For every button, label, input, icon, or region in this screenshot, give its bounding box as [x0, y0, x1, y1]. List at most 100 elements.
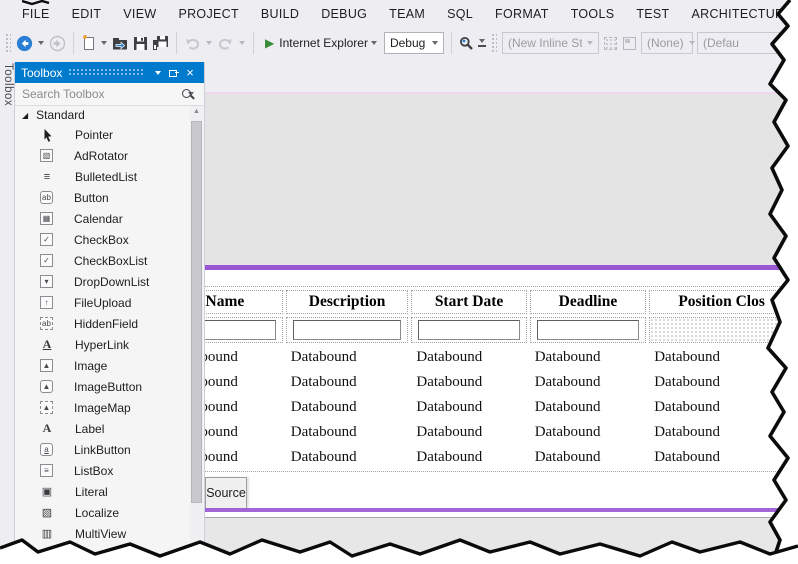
- toolbox-item-pointer[interactable]: Pointer: [15, 124, 191, 145]
- browser-dropdown-caret[interactable]: [370, 41, 377, 45]
- menu-tools[interactable]: TOOLS: [560, 0, 626, 28]
- menu-project[interactable]: PROJECT: [167, 0, 249, 28]
- toolbox-item-imagemap[interactable]: ▲ ImageMap: [15, 397, 191, 418]
- button-icon: ab: [40, 191, 53, 204]
- adrotator-icon: ▧: [40, 149, 53, 162]
- close-icon: ×: [186, 65, 194, 80]
- menu-format[interactable]: FORMAT: [484, 0, 560, 28]
- fileupload-icon: ↑: [40, 296, 53, 309]
- menu-debug[interactable]: DEBUG: [310, 0, 378, 28]
- left-tab-well: [0, 58, 14, 564]
- auto-hide-button[interactable]: [166, 65, 182, 81]
- toolbox-item-list: ◢ Standard Pointer ▧ AdRotator ≡ Bullete…: [15, 106, 191, 544]
- style-combo-caret: [586, 41, 593, 45]
- redo-button: [215, 31, 236, 55]
- vs-window: Toolbox nsList.aspx.designer.cs Position…: [0, 0, 798, 564]
- grid-header-deadline: Deadline: [529, 290, 647, 314]
- content-placeholder-bottom-border: [203, 508, 798, 512]
- menu-architecture[interactable]: ARCHITECTURE: [681, 0, 798, 28]
- toolbox-item-fileupload[interactable]: ↑ FileUpload: [15, 292, 191, 313]
- filter-input-deadline[interactable]: [536, 320, 640, 340]
- toolbox-item-checkboxlist[interactable]: ✓ CheckBoxList: [15, 250, 191, 271]
- toolbox-item-dropdownlist[interactable]: ▾ DropDownList: [15, 271, 191, 292]
- toolbox-item-imagebutton[interactable]: ▲ ImageButton: [15, 376, 191, 397]
- toolbox-vertical-tab[interactable]: Toolbox: [0, 63, 14, 106]
- grid-data-row: Databound Databound Databound Databound …: [172, 348, 721, 365]
- scrollbar-thumb[interactable]: [191, 121, 202, 503]
- solution-config-combo[interactable]: Debug: [383, 32, 444, 54]
- config-combo-caret: [431, 41, 438, 45]
- save-all-icon: [153, 36, 168, 50]
- toolbar-separator: [73, 32, 74, 54]
- browser-target-label: Internet Explorer: [279, 36, 368, 50]
- toolbox-item-button[interactable]: ab Button: [15, 187, 191, 208]
- scroll-up-icon[interactable]: ▲: [190, 108, 203, 115]
- find-icon: [459, 36, 473, 50]
- menu-sql[interactable]: SQL: [436, 0, 484, 28]
- toolbox-item-image[interactable]: ▲ Image: [15, 355, 191, 376]
- search-input[interactable]: [22, 87, 177, 101]
- filter-input-startdate[interactable]: [418, 320, 520, 340]
- filter-input-description[interactable]: [292, 320, 402, 340]
- toolbar-separator: [176, 32, 177, 54]
- grid-header-row: Name Description Start Date Deadline Pos…: [167, 290, 794, 314]
- menu-build[interactable]: BUILD: [250, 0, 310, 28]
- toolbox-item-calendar[interactable]: ▦ Calendar: [15, 208, 191, 229]
- find-options-dropdown[interactable]: [477, 39, 486, 47]
- toolbox-item-multiview[interactable]: ▥ MultiView: [15, 523, 191, 544]
- new-item-dropdown-caret[interactable]: [101, 41, 107, 45]
- toolbar-separator: [450, 32, 452, 54]
- imagemap-icon: ▲: [40, 401, 53, 414]
- toolbox-item-listbox[interactable]: ≡ ListBox: [15, 460, 191, 481]
- menu-file[interactable]: FILE: [11, 0, 61, 28]
- toolbox-group-standard[interactable]: ◢ Standard: [15, 106, 191, 124]
- toolbox-item-checkbox[interactable]: ✓ CheckBox: [15, 229, 191, 250]
- close-button[interactable]: ×: [182, 65, 198, 81]
- toolbox-item-hiddenfield[interactable]: ab HiddenField: [15, 313, 191, 334]
- label-icon: A: [42, 421, 52, 435]
- toolbox-search-bar: [15, 83, 204, 106]
- window-position-button[interactable]: [150, 65, 166, 81]
- start-debug-button[interactable]: ▶ Internet Explorer: [263, 31, 382, 55]
- checkboxlist-icon: ✓: [40, 254, 53, 267]
- designer-bottom-area: [203, 517, 798, 564]
- menu-test[interactable]: TEST: [625, 0, 680, 28]
- add-existing-item-button[interactable]: [110, 31, 131, 55]
- grid-data-row: Databound Databound Databound Databound …: [172, 423, 721, 440]
- find-underline: [477, 45, 486, 47]
- navigate-forward-button: [47, 31, 68, 55]
- view-tab-source[interactable]: Source: [205, 477, 247, 508]
- save-all-button[interactable]: [150, 31, 171, 55]
- toolbox-title-grip: [68, 68, 144, 77]
- filter-cell-positionclosing: [649, 317, 794, 343]
- menu-view[interactable]: VIEW: [112, 0, 167, 28]
- back-dropdown-caret[interactable]: [38, 41, 44, 45]
- toolbox-item-localize[interactable]: ▨ Localize: [15, 502, 191, 523]
- pin-icon: [168, 67, 180, 79]
- toolbox-item-hyperlink[interactable]: A HyperLink: [15, 334, 191, 355]
- play-icon: ▶: [265, 36, 275, 50]
- toolbar-drag-grip[interactable]: [490, 33, 497, 53]
- toolbar-separator: [253, 32, 254, 54]
- toolbox-title-bar[interactable]: Toolbox ×: [15, 62, 204, 83]
- toolbox-item-bulletedlist[interactable]: ≡ BulletedList: [15, 166, 191, 187]
- toolbox-item-literal[interactable]: ▣ Literal: [15, 481, 191, 502]
- menu-edit[interactable]: EDIT: [61, 0, 113, 28]
- toolbox-item-linkbutton[interactable]: a LinkButton: [15, 439, 191, 460]
- forward-icon: [49, 35, 66, 51]
- toolbox-item-adrotator[interactable]: ▧ AdRotator: [15, 145, 191, 166]
- listbox-icon: ≡: [40, 464, 53, 477]
- toolbox-item-label[interactable]: A Label: [15, 418, 191, 439]
- navigate-back-button[interactable]: [14, 31, 35, 55]
- grid-data-row: Databound Databound Databound Databound …: [172, 448, 721, 465]
- menu-team[interactable]: TEAM: [378, 0, 436, 28]
- find-in-files-button[interactable]: [457, 31, 476, 55]
- pointer-icon: [40, 128, 54, 142]
- new-item-button[interactable]: [79, 31, 98, 55]
- hyperlink-icon: A: [42, 337, 52, 351]
- toolbar-drag-grip[interactable]: [5, 33, 11, 53]
- grid-filter-row: [167, 317, 794, 343]
- save-button[interactable]: [131, 31, 150, 55]
- toolbox-scrollbar[interactable]: ▲: [190, 106, 203, 562]
- grid-data-row: Databound Databound Databound Databound …: [172, 373, 721, 390]
